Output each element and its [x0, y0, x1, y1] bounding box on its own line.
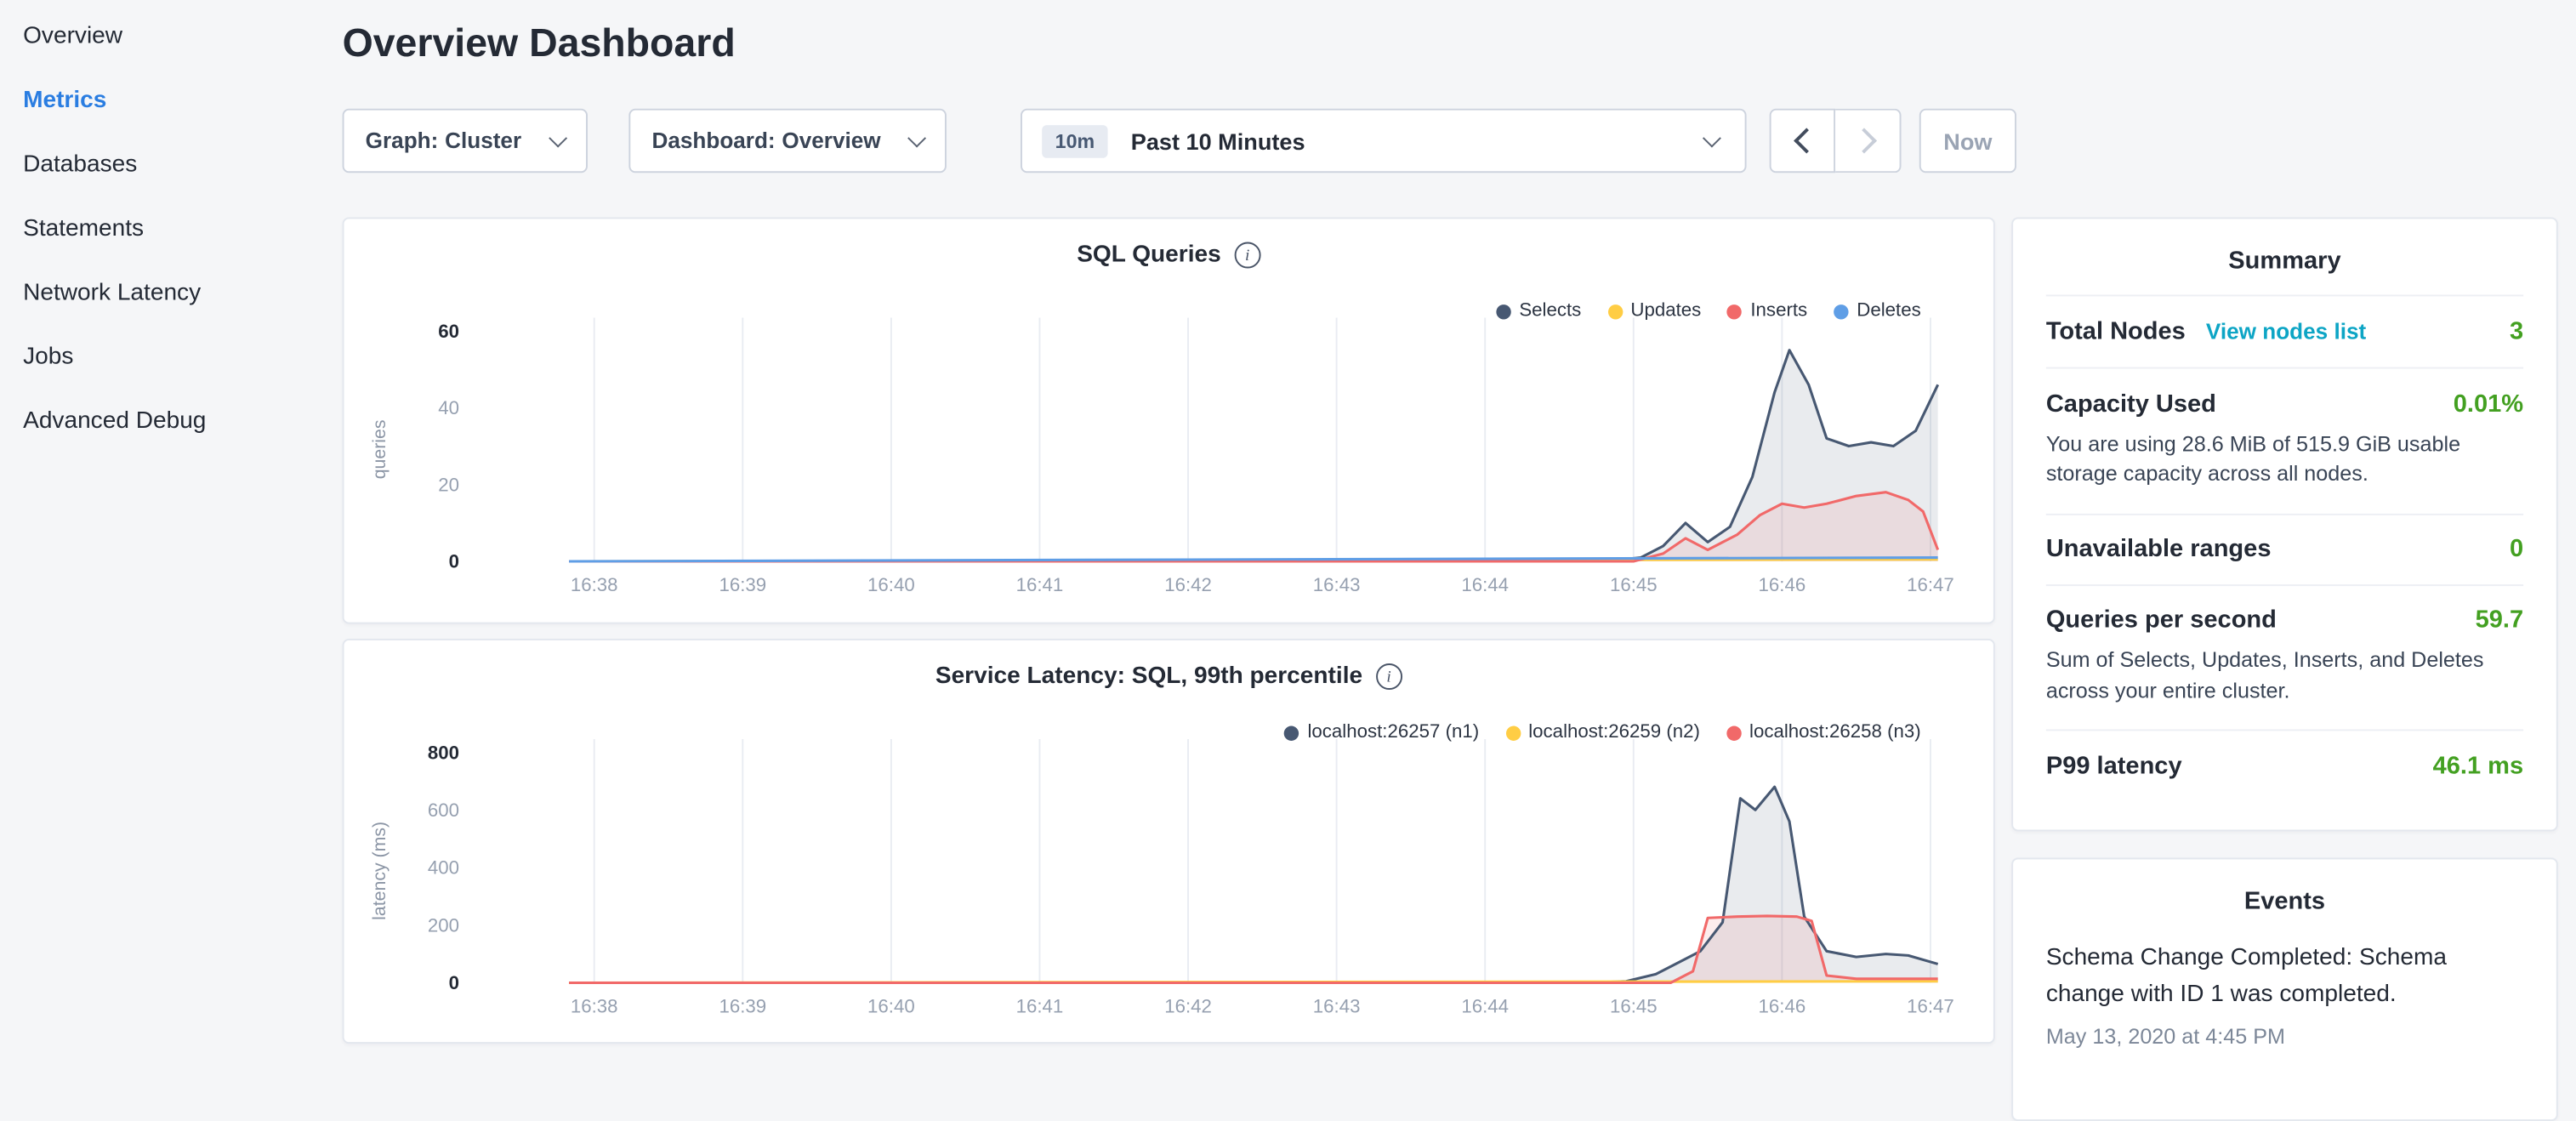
chevron-down-icon [549, 129, 567, 148]
graph-dropdown-label: Graph: [366, 128, 439, 153]
summary-value: 46.1 ms [2433, 752, 2524, 780]
summary-description: Sum of Selects, Updates, Inserts, and De… [2046, 646, 2523, 708]
summary-row-unavailable-ranges: Unavailable ranges 0 [2046, 513, 2523, 583]
sidebar-item-databases[interactable]: Databases [0, 132, 322, 196]
svg-text:16:43: 16:43 [1313, 574, 1361, 595]
summary-value: 59.7 [2476, 606, 2524, 634]
summary-row-capacity-used: Capacity Used 0.01% You are using 28.6 M… [2046, 367, 2523, 514]
app-root: Overview Metrics Databases Statements Ne… [0, 0, 2576, 1052]
svg-text:16:42: 16:42 [1164, 995, 1212, 1016]
sidebar-item-statements[interactable]: Statements [0, 196, 322, 259]
svg-text:16:47: 16:47 [1907, 995, 1954, 1016]
svg-text:0: 0 [449, 551, 459, 572]
svg-text:16:44: 16:44 [1461, 995, 1509, 1016]
time-range-label: Past 10 Minutes [1131, 128, 1305, 154]
summary-label: Capacity Used [2046, 390, 2216, 418]
time-next-button[interactable] [1835, 109, 1901, 173]
svg-text:16:40: 16:40 [867, 995, 915, 1016]
summary-label: Total Nodes [2046, 317, 2186, 345]
svg-text:16:47: 16:47 [1907, 574, 1954, 595]
summary-row-queries-per-second: Queries per second 59.7 Sum of Selects, … [2046, 583, 2523, 730]
svg-text:600: 600 [428, 799, 459, 821]
summary-value: 0.01% [2454, 390, 2523, 418]
page-title: Overview Dashboard [343, 21, 736, 67]
svg-text:16:40: 16:40 [867, 574, 915, 595]
chevron-left-icon [1793, 128, 1818, 153]
summary-title: Summary [2046, 219, 2523, 294]
svg-text:16:43: 16:43 [1313, 995, 1361, 1016]
sql-queries-chart: 16:38 16:39 16:40 16:41 16:42 16:43 16:44 16:45… [344, 219, 1997, 623]
svg-text:16:45: 16:45 [1610, 995, 1658, 1016]
svg-text:16:38: 16:38 [571, 574, 618, 595]
svg-text:16:41: 16:41 [1016, 574, 1064, 595]
svg-text:16:44: 16:44 [1461, 574, 1509, 595]
now-button[interactable]: Now [1919, 109, 2016, 173]
events-panel: Events Schema Change Completed: Schema c… [2011, 857, 2558, 1121]
sidebar-item-advanced-debug[interactable]: Advanced Debug [0, 389, 322, 452]
dashboard-dropdown-text: Dashboard: Overview [651, 128, 880, 153]
svg-text:16:46: 16:46 [1759, 995, 1806, 1016]
sql-queries-chart-card: SQL Queries i Selects Updates Inserts De… [343, 217, 1995, 623]
dashboard-dropdown-value: Overview [782, 128, 880, 153]
sidebar-item-jobs[interactable]: Jobs [0, 324, 322, 388]
summary-value: 3 [2510, 317, 2523, 345]
graph-dropdown-value: Cluster [445, 128, 521, 153]
summary-row-p99-latency: P99 latency 46.1 ms [2046, 730, 2523, 800]
event-item: Schema Change Completed: Schema change w… [2046, 935, 2523, 1071]
svg-text:800: 800 [428, 742, 459, 763]
summary-label: Unavailable ranges [2046, 535, 2272, 563]
summary-panel: Summary Total Nodes View nodes list 3 Ca… [2011, 217, 2558, 831]
events-title: Events [2046, 859, 2523, 935]
sidebar: Overview Metrics Databases Statements Ne… [0, 3, 322, 452]
graph-dropdown-text: Graph: Cluster [366, 128, 521, 153]
graph-dropdown[interactable]: Graph: Cluster [343, 109, 588, 173]
svg-text:20: 20 [438, 474, 459, 495]
summary-row-total-nodes: Total Nodes View nodes list 3 [2046, 294, 2523, 367]
svg-text:16:39: 16:39 [719, 995, 766, 1016]
sidebar-item-network-latency[interactable]: Network Latency [0, 260, 322, 324]
svg-text:40: 40 [438, 397, 459, 418]
time-range-picker[interactable]: 10m Past 10 Minutes [1021, 109, 1747, 173]
view-nodes-list-link[interactable]: View nodes list [2206, 319, 2366, 344]
svg-text:16:42: 16:42 [1164, 574, 1212, 595]
service-latency-chart: 16:38 16:39 16:40 16:41 16:42 16:43 16:44 16:45… [344, 640, 1997, 1045]
svg-text:16:38: 16:38 [571, 995, 618, 1016]
time-range-badge: 10m [1042, 124, 1107, 157]
chevron-right-icon [1851, 128, 1877, 153]
summary-label: P99 latency [2046, 752, 2182, 780]
sidebar-item-metrics[interactable]: Metrics [0, 67, 322, 131]
svg-text:200: 200 [428, 914, 459, 936]
svg-text:400: 400 [428, 857, 459, 879]
svg-text:16:45: 16:45 [1610, 574, 1658, 595]
dashboard-dropdown-label: Dashboard: [651, 128, 775, 153]
svg-text:0: 0 [449, 972, 459, 993]
summary-description: You are using 28.6 MiB of 515.9 GiB usab… [2046, 429, 2523, 491]
chevron-down-icon [907, 129, 926, 148]
chevron-down-icon [1703, 129, 1721, 148]
service-latency-chart-card: Service Latency: SQL, 99th percentile i … [343, 639, 1995, 1044]
time-prev-button[interactable] [1770, 109, 1835, 173]
svg-text:16:46: 16:46 [1759, 574, 1806, 595]
summary-label: Queries per second [2046, 606, 2277, 634]
svg-text:16:41: 16:41 [1016, 995, 1064, 1016]
event-text: Schema Change Completed: Schema change w… [2046, 942, 2523, 1013]
dashboard-dropdown[interactable]: Dashboard: Overview [628, 109, 947, 173]
event-timestamp: May 13, 2020 at 4:45 PM [2046, 1023, 2523, 1048]
time-pager [1770, 109, 1902, 173]
summary-value: 0 [2510, 535, 2523, 563]
svg-text:16:39: 16:39 [719, 574, 766, 595]
sidebar-item-overview[interactable]: Overview [0, 3, 322, 67]
svg-text:60: 60 [438, 321, 459, 342]
